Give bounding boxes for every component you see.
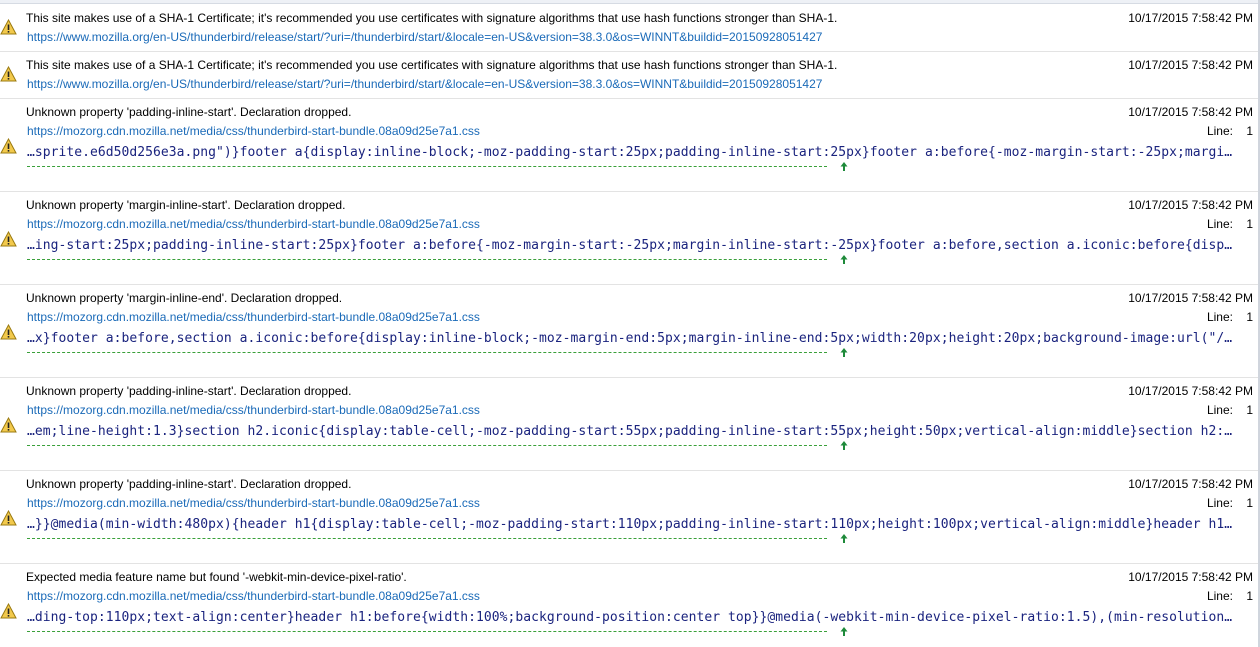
error-caret-icon xyxy=(840,255,848,264)
line-label: Line: xyxy=(1206,124,1233,138)
line-number: 1 xyxy=(1246,589,1253,603)
entry-message: This site makes use of a SHA-1 Certifica… xyxy=(26,11,838,25)
line-number: 1 xyxy=(1246,217,1253,231)
error-caret-icon xyxy=(840,534,848,543)
error-caret-icon xyxy=(840,162,848,171)
source-code-snippet: …}}@media(min-width:480px){header h1{dis… xyxy=(27,517,1233,532)
entry-source-link[interactable]: https://mozorg.cdn.mozilla.net/media/css… xyxy=(27,310,480,324)
entry-message: Unknown property 'padding-inline-start'.… xyxy=(26,105,352,119)
error-position-underline xyxy=(27,631,827,632)
line-label: Line: xyxy=(1206,310,1233,324)
warning-icon xyxy=(0,510,17,526)
line-number: 1 xyxy=(1246,124,1253,138)
source-code-snippet: …ing-start:25px;padding-inline-start:25p… xyxy=(27,238,1233,253)
entry-message: Expected media feature name but found '-… xyxy=(26,570,407,584)
entry-source-link[interactable]: https://mozorg.cdn.mozilla.net/media/css… xyxy=(27,589,480,603)
line-label: Line: xyxy=(1206,217,1233,231)
error-position-underline xyxy=(27,259,827,260)
console-entry[interactable]: Unknown property 'padding-inline-start'.… xyxy=(0,471,1258,564)
warning-icon xyxy=(0,19,17,35)
line-number: 1 xyxy=(1246,310,1253,324)
console-top-border xyxy=(0,0,1260,4)
entry-source-link[interactable]: https://mozorg.cdn.mozilla.net/media/css… xyxy=(27,496,480,510)
error-position-underline xyxy=(27,538,827,539)
source-code-snippet: …ding-top:110px;text-align:center}header… xyxy=(27,610,1233,625)
error-position-underline xyxy=(27,166,827,167)
error-position-underline xyxy=(27,445,827,446)
entry-line-info: Line: 1 xyxy=(1207,310,1253,324)
error-caret-icon xyxy=(840,627,848,636)
source-code-snippet: …em;line-height:1.3}section h2.iconic{di… xyxy=(27,424,1233,439)
line-label: Line: xyxy=(1206,403,1233,417)
entry-source-link[interactable]: https://www.mozilla.org/en-US/thunderbir… xyxy=(27,30,822,44)
console-entry[interactable]: This site makes use of a SHA-1 Certifica… xyxy=(0,5,1258,52)
entry-timestamp: 10/17/2015 7:58:42 PM xyxy=(1128,384,1253,398)
entry-timestamp: 10/17/2015 7:58:42 PM xyxy=(1128,477,1253,491)
console-entry[interactable]: Unknown property 'margin-inline-end'. De… xyxy=(0,285,1258,378)
entry-timestamp: 10/17/2015 7:58:42 PM xyxy=(1128,105,1253,119)
error-caret-icon xyxy=(840,348,848,357)
console-entry[interactable]: This site makes use of a SHA-1 Certifica… xyxy=(0,52,1258,99)
console-entry[interactable]: Expected media feature name but found '-… xyxy=(0,564,1258,647)
entry-message: Unknown property 'padding-inline-start'.… xyxy=(26,384,352,398)
entry-line-info: Line: 1 xyxy=(1207,403,1253,417)
console-entry[interactable]: Unknown property 'padding-inline-start'.… xyxy=(0,99,1258,192)
source-code-snippet: …x}footer a:before,section a.iconic:befo… xyxy=(27,331,1233,346)
entry-timestamp: 10/17/2015 7:58:42 PM xyxy=(1128,570,1253,584)
warning-icon xyxy=(0,66,17,82)
entry-source-link[interactable]: https://www.mozilla.org/en-US/thunderbir… xyxy=(27,77,822,91)
entry-line-info: Line: 1 xyxy=(1207,124,1253,138)
error-console-list: This site makes use of a SHA-1 Certifica… xyxy=(0,5,1258,647)
error-caret-icon xyxy=(840,441,848,450)
entry-message: Unknown property 'margin-inline-start'. … xyxy=(26,198,346,212)
entry-timestamp: 10/17/2015 7:58:42 PM xyxy=(1128,198,1253,212)
entry-timestamp: 10/17/2015 7:58:42 PM xyxy=(1128,58,1253,72)
warning-icon xyxy=(0,138,17,154)
source-code-snippet: …sprite.e6d50d256e3a.png")}footer a{disp… xyxy=(27,145,1233,160)
warning-icon xyxy=(0,324,17,340)
warning-icon xyxy=(0,417,17,433)
console-entry[interactable]: Unknown property 'margin-inline-start'. … xyxy=(0,192,1258,285)
line-number: 1 xyxy=(1246,403,1253,417)
entry-timestamp: 10/17/2015 7:58:42 PM xyxy=(1128,11,1253,25)
warning-icon xyxy=(0,231,17,247)
entry-message: Unknown property 'margin-inline-end'. De… xyxy=(26,291,343,305)
entry-source-link[interactable]: https://mozorg.cdn.mozilla.net/media/css… xyxy=(27,124,480,138)
entry-line-info: Line: 1 xyxy=(1207,589,1253,603)
entry-line-info: Line: 1 xyxy=(1207,496,1253,510)
entry-source-link[interactable]: https://mozorg.cdn.mozilla.net/media/css… xyxy=(27,403,480,417)
entry-line-info: Line: 1 xyxy=(1207,217,1253,231)
line-label: Line: xyxy=(1206,589,1233,603)
line-label: Line: xyxy=(1206,496,1233,510)
error-position-underline xyxy=(27,352,827,353)
line-number: 1 xyxy=(1246,496,1253,510)
entry-timestamp: 10/17/2015 7:58:42 PM xyxy=(1128,291,1253,305)
console-entry[interactable]: Unknown property 'padding-inline-start'.… xyxy=(0,378,1258,471)
warning-icon xyxy=(0,603,17,619)
entry-message: Unknown property 'padding-inline-start'.… xyxy=(26,477,352,491)
entry-message: This site makes use of a SHA-1 Certifica… xyxy=(26,58,838,72)
entry-source-link[interactable]: https://mozorg.cdn.mozilla.net/media/css… xyxy=(27,217,480,231)
